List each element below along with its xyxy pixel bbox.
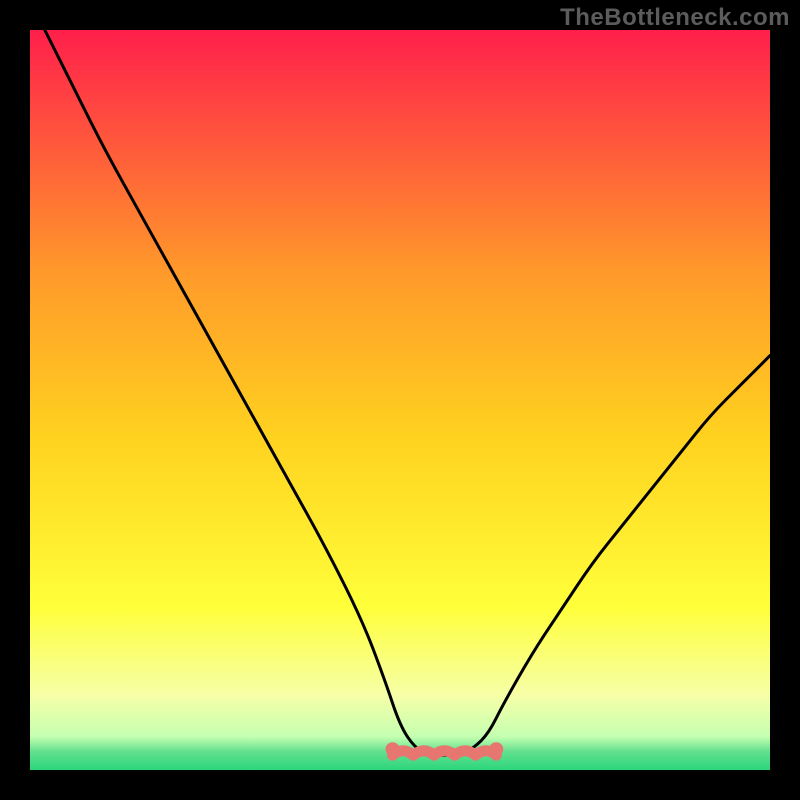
chart-frame: TheBottleneck.com: [0, 0, 800, 800]
watermark-text: TheBottleneck.com: [560, 4, 790, 32]
plot-area: [30, 30, 770, 770]
gradient-background: [30, 30, 770, 770]
bottleneck-chart: [30, 30, 770, 770]
